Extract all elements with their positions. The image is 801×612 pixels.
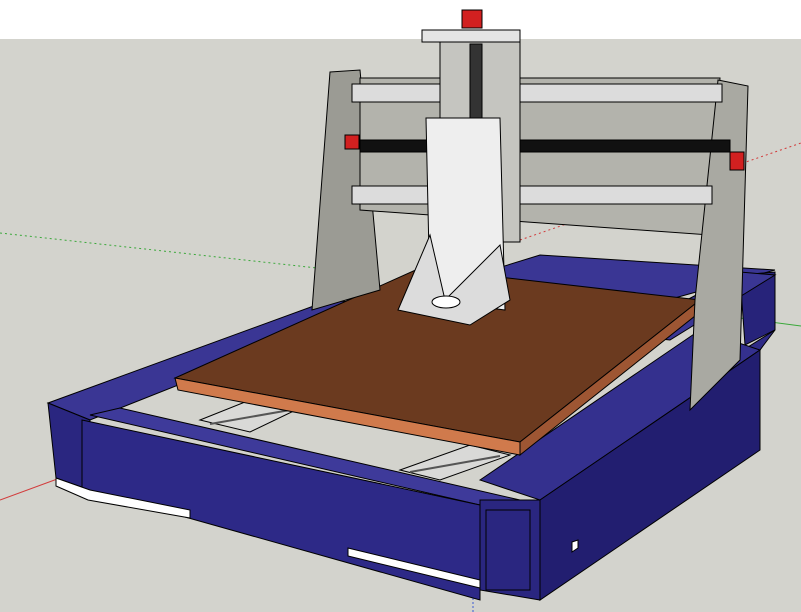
green-axis-line [0,232,336,271]
x-leadscrew [359,139,731,153]
x-rail-bottom [351,185,713,205]
red-axis-line-left [0,477,61,501]
z-axis-top-plate [421,29,521,43]
3d-viewport[interactable] [0,0,801,612]
x-motor-left[interactable] [344,134,360,150]
cnc-model-scene[interactable] [0,0,801,612]
spindle-hole [431,295,461,309]
x-motor-right[interactable] [729,151,745,171]
z-motor-top[interactable] [461,9,483,29]
frame-front-tube-end [479,499,541,601]
x-rail-top [351,83,723,103]
z-axis-screw [469,43,483,125]
